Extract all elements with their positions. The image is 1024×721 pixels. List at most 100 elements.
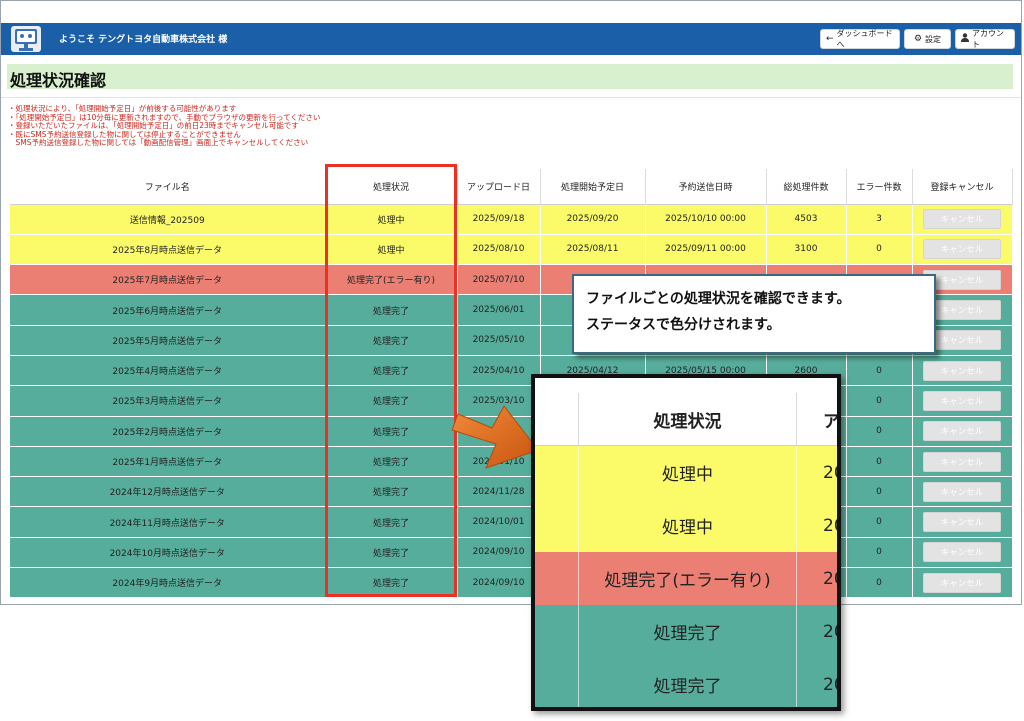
cell-errors: 0	[846, 537, 913, 569]
cancel-button[interactable]: キャンセル	[923, 421, 1001, 442]
zoom-row: 処理完了 20	[535, 658, 837, 707]
cancel-button[interactable]: キャンセル	[923, 572, 1001, 593]
table-row[interactable]: 2024年12月時点送信データ 処理完了 2024/11/28 0 キャンセル	[10, 476, 1013, 508]
zoom-inset: 処理状況 ア 処理中20処理中20処理完了(エラー有り)20処理完了20処理完了…	[531, 374, 841, 711]
robot-logo-icon	[11, 26, 41, 52]
cell-cancel: キャンセル	[912, 567, 1013, 599]
dashboard-button[interactable]: ← ダッシュボードへ	[820, 29, 900, 49]
cancel-button[interactable]: キャンセル	[923, 542, 1001, 563]
cell-file: 送信情報_202509	[10, 204, 326, 235]
zoom-header-row: 処理状況 ア	[535, 393, 837, 446]
cell-upload: 2024/11/28	[457, 476, 541, 508]
cell-cancel: キャンセル	[912, 537, 1013, 569]
zoom-status: 処理完了	[579, 658, 797, 707]
column-header-errors[interactable]: エラー件数	[846, 169, 913, 205]
cell-errors: 0	[846, 567, 913, 599]
cell-upload: 2025/04/10	[457, 355, 541, 387]
account-button[interactable]: アカウント	[955, 29, 1015, 49]
column-header-cancel: 登録キャンセル	[912, 169, 1013, 205]
table-row[interactable]: 2024年9月時点送信データ 処理完了 2024/09/10 0 キャンセル	[10, 567, 1013, 599]
table-header-row: ファイル名 処理状況 アップロード日 処理開始予定日 予約送信日時 総処理件数 …	[10, 169, 1013, 205]
notice-list: ・処理状況により、「処理開始予定日」が前後する可能性があります ・「処理開始予定…	[8, 104, 320, 148]
zoom-right: 20	[823, 568, 837, 589]
cell-errors: 3	[846, 204, 913, 235]
column-header-total[interactable]: 総処理件数	[766, 169, 847, 205]
zoom-right: 20	[823, 515, 837, 536]
browser-top-strip	[1, 1, 1021, 21]
cell-upload: 2024/10/01	[457, 506, 541, 538]
app-screenshot: ようこそ テングトヨタ自動車株式会社 様 ← ダッシュボードへ ⚙ 設定 アカウ…	[0, 0, 1022, 605]
cell-cancel: キャンセル	[912, 234, 1013, 266]
cell-send: 2025/09/11 00:00	[645, 234, 767, 266]
cell-errors: 0	[846, 234, 913, 266]
cell-file: 2024年12月時点送信データ	[10, 476, 326, 508]
cell-file: 2025年4月時点送信データ	[10, 355, 326, 387]
zoom-status: 処理完了	[579, 605, 797, 658]
cell-cancel: キャンセル	[912, 476, 1013, 508]
zoom-row: 処理完了(エラー有り) 20	[535, 552, 837, 605]
divider	[1, 97, 1021, 98]
callout-tooltip: ファイルごとの処理状況を確認できます。 ステータスで色分けされます。	[572, 274, 936, 354]
table-row[interactable]: 送信情報_202509 処理中 2025/09/18 2025/09/20 2025/1…	[10, 204, 1013, 235]
cell-upload: 2025/09/18	[457, 204, 541, 235]
cell-total: 4503	[766, 204, 847, 235]
cell-errors: 0	[846, 416, 913, 447]
cell-cancel: キャンセル	[912, 446, 1013, 478]
zoom-header-status: 処理状況	[579, 393, 797, 445]
cell-errors: 0	[846, 355, 913, 387]
callout-line: ステータスで色分けされます。	[586, 317, 781, 333]
zoom-status: 処理中	[579, 499, 797, 552]
cell-file: 2025年3月時点送信データ	[10, 385, 326, 417]
zoom-row: 処理中 20	[535, 446, 837, 499]
zoom-right: 20	[823, 674, 837, 695]
table-row[interactable]: 2025年8月時点送信データ 処理中 2025/08/10 2025/08/11 202…	[10, 234, 1013, 266]
cancel-button[interactable]: キャンセル	[923, 209, 1001, 230]
cell-file: 2024年9月時点送信データ	[10, 567, 326, 599]
zoom-header-right: ア	[823, 411, 840, 432]
zoom-right: 20	[823, 462, 837, 483]
zoom-row: 処理完了 20	[535, 605, 837, 658]
cell-file: 2025年8月時点送信データ	[10, 234, 326, 266]
notice-item: SMS予約送信登録した物に関しては「動画配信管理」画面上でキャンセルしてください	[8, 138, 309, 148]
settings-button[interactable]: ⚙ 設定	[904, 29, 951, 49]
cell-file: 2025年6月時点送信データ	[10, 294, 326, 326]
cell-cancel: キャンセル	[912, 506, 1013, 538]
cancel-button[interactable]: キャンセル	[923, 390, 1001, 411]
zoom-status: 処理完了(エラー有り)	[579, 552, 797, 605]
cell-start: 2025/09/20	[540, 204, 646, 235]
cell-cancel: キャンセル	[912, 204, 1013, 235]
column-header-start[interactable]: 処理開始予定日	[540, 169, 646, 205]
cell-send: 2025/10/10 00:00	[645, 204, 767, 235]
cell-file: 2024年11月時点送信データ	[10, 506, 326, 538]
cell-start: 2025/08/11	[540, 234, 646, 266]
cell-errors: 0	[846, 385, 913, 417]
cancel-button[interactable]: キャンセル	[923, 360, 1001, 381]
cell-file: 2025年1月時点送信データ	[10, 446, 326, 478]
column-header-file[interactable]: ファイル名	[10, 169, 326, 205]
column-header-send[interactable]: 予約送信日時	[645, 169, 767, 205]
callout-line: ファイルごとの処理状況を確認できます。	[586, 291, 851, 307]
arrow-left-icon: ←	[826, 34, 834, 44]
table-row[interactable]: 2025年4月時点送信データ 処理完了 2025/04/10 2025/04/12 20…	[10, 355, 1013, 387]
user-icon	[961, 33, 969, 45]
cell-file: 2025年2月時点送信データ	[10, 416, 326, 447]
table-row[interactable]: 2024年11月時点送信データ 処理完了 2024/10/01 0 キャンセル	[10, 506, 1013, 538]
cell-upload: 2024/09/10	[457, 567, 541, 599]
cancel-button[interactable]: キャンセル	[923, 481, 1001, 502]
cell-errors: 0	[846, 446, 913, 478]
cell-upload: 2025/06/01	[457, 294, 541, 326]
welcome-text: ようこそ テングトヨタ自動車株式会社 様	[59, 35, 228, 45]
page-title: 処理状況確認	[10, 71, 107, 90]
cancel-button[interactable]: キャンセル	[923, 512, 1001, 533]
pointer-arrow-icon	[452, 405, 539, 469]
column-header-upload[interactable]: アップロード日	[457, 169, 541, 205]
app-header: ようこそ テングトヨタ自動車株式会社 様 ← ダッシュボードへ ⚙ 設定 アカウ…	[1, 23, 1021, 55]
cell-cancel: キャンセル	[912, 355, 1013, 387]
cell-errors: 0	[846, 506, 913, 538]
cell-upload: 2025/07/10	[457, 264, 541, 296]
cancel-button[interactable]: キャンセル	[923, 451, 1001, 472]
table-row[interactable]: 2024年10月時点送信データ 処理完了 2024/09/10 0 キャンセル	[10, 537, 1013, 569]
cell-file: 2025年7月時点送信データ	[10, 264, 326, 296]
settings-button-label: 設定	[925, 34, 942, 44]
cancel-button[interactable]: キャンセル	[923, 239, 1001, 260]
